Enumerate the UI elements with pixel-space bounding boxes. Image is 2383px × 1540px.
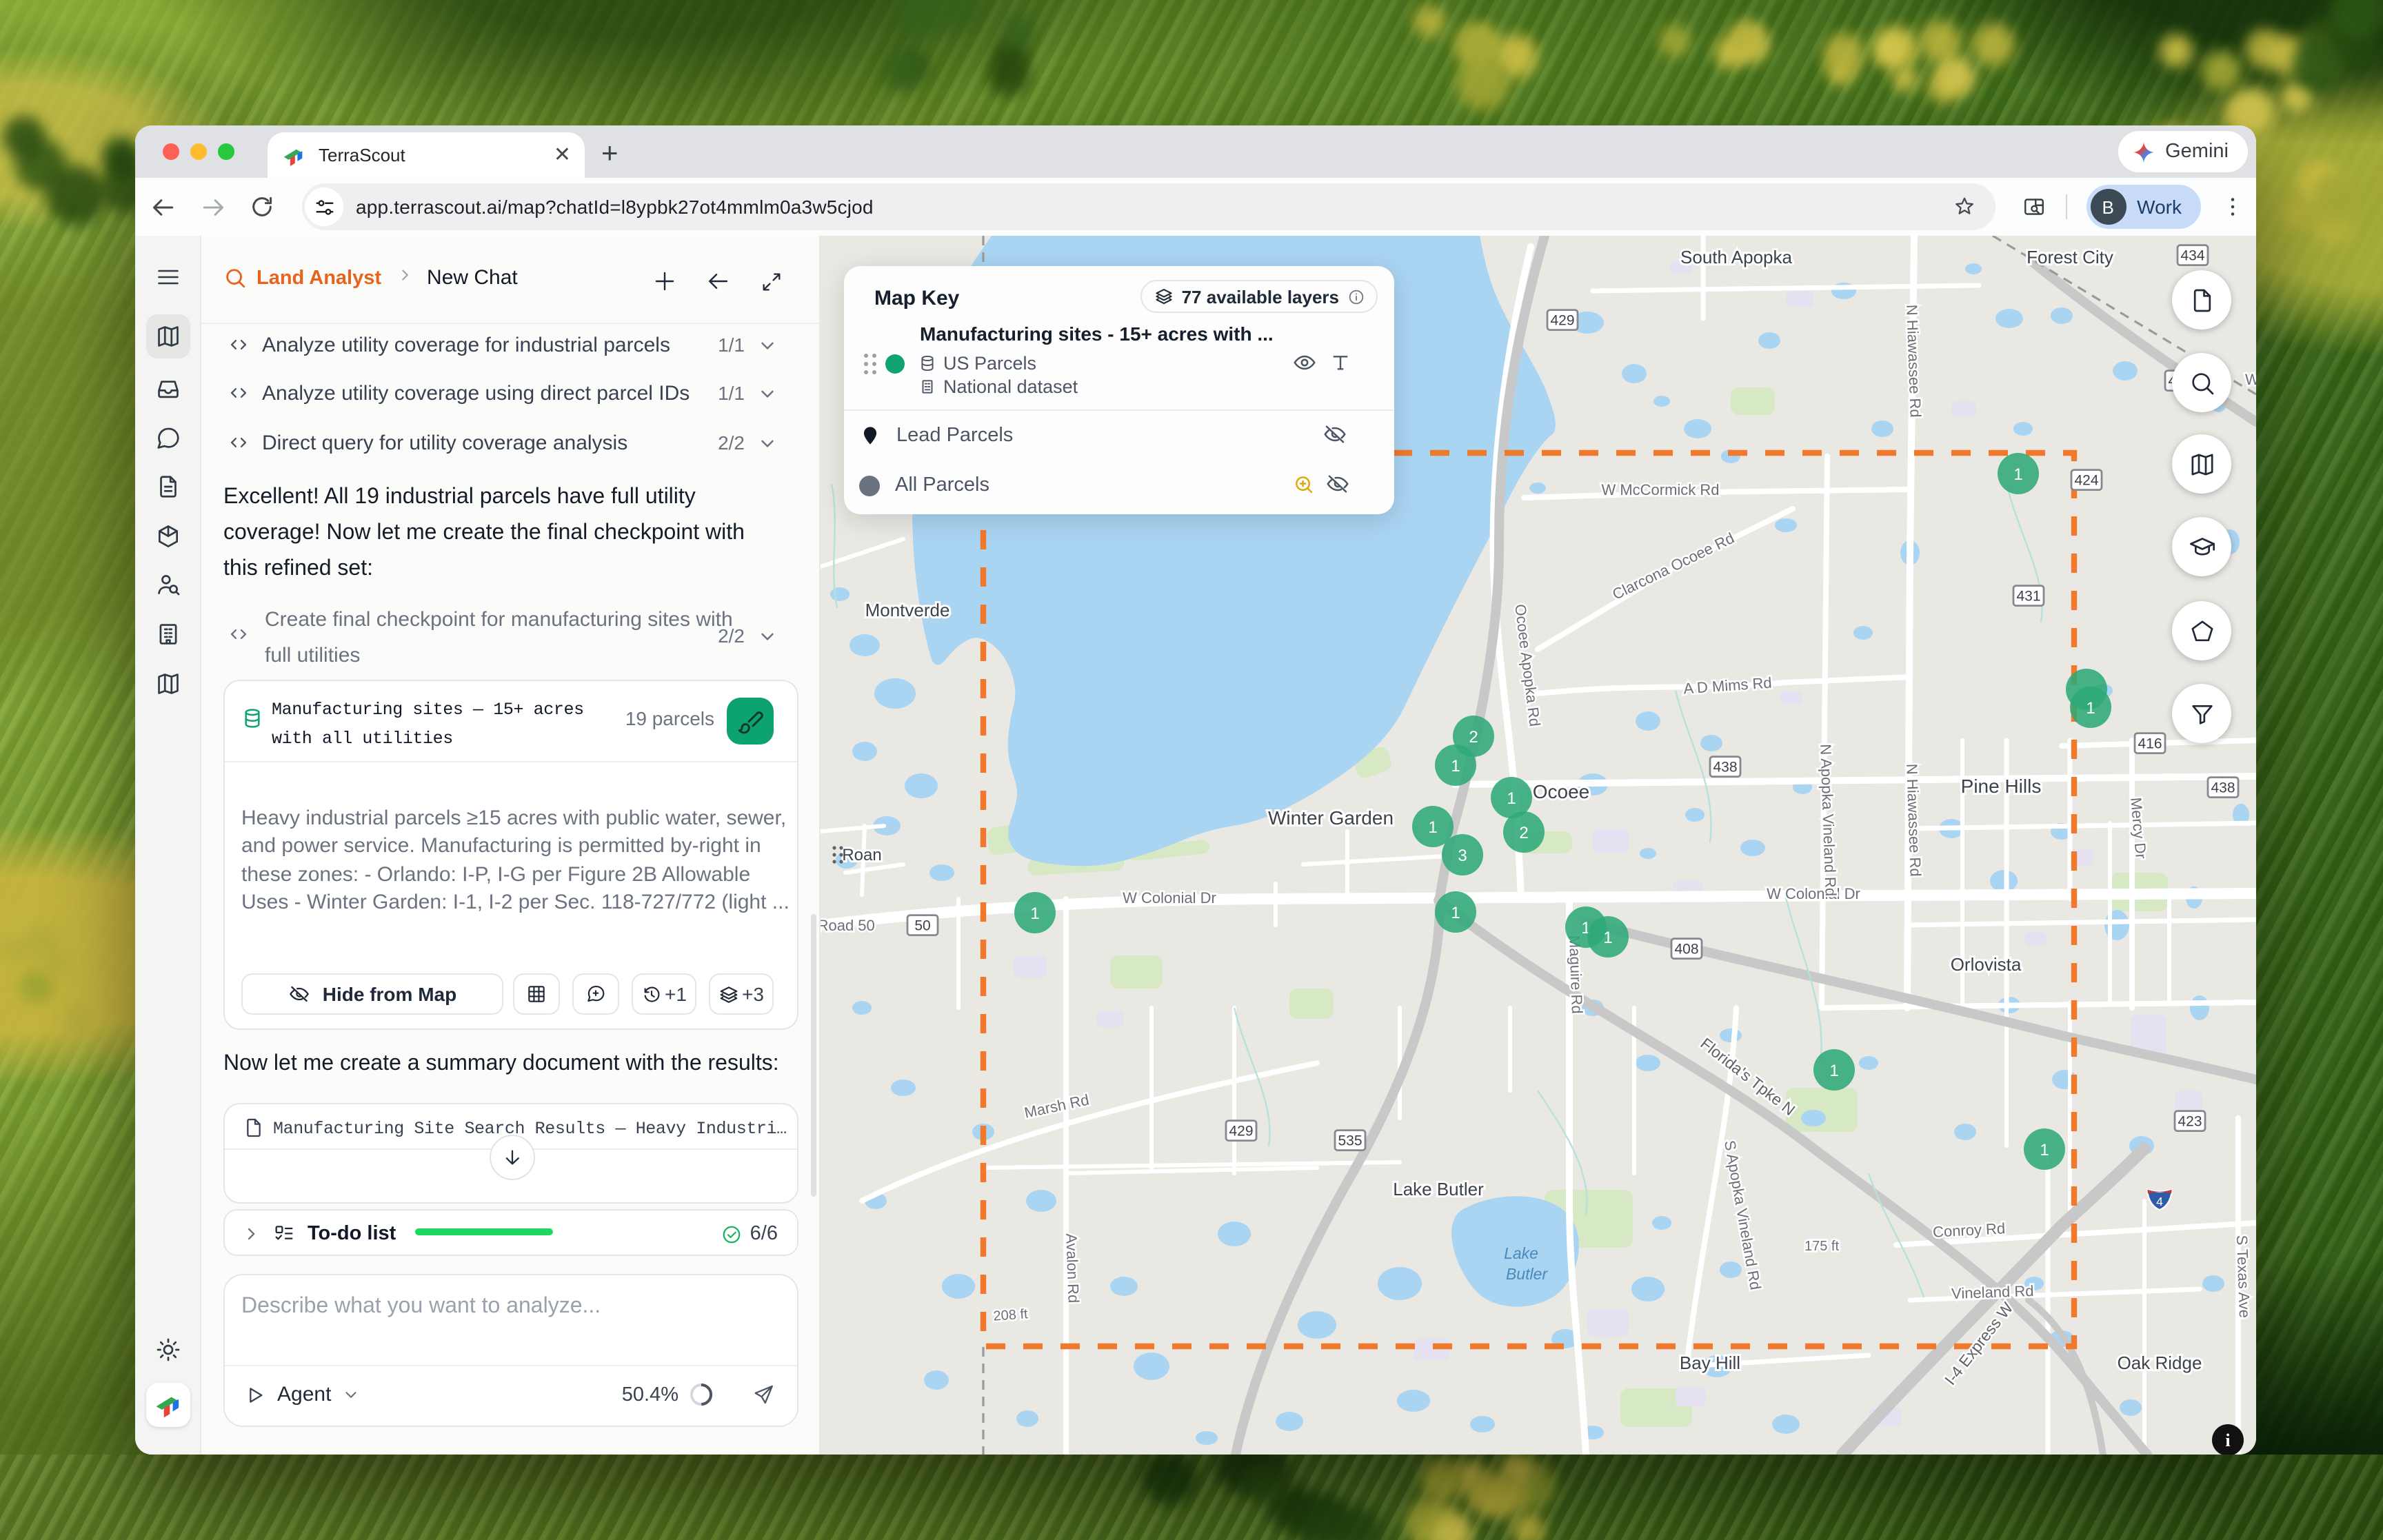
svg-text:431: 431 bbox=[2016, 588, 2040, 604]
svg-text:1: 1 bbox=[1428, 818, 1437, 837]
svg-text:Montverde: Montverde bbox=[865, 600, 950, 620]
svg-text:3: 3 bbox=[1458, 847, 1467, 865]
svg-text:Bay Hill: Bay Hill bbox=[1680, 1352, 1740, 1373]
svg-text:2: 2 bbox=[1469, 728, 1478, 747]
svg-text:W K: W K bbox=[2245, 371, 2256, 388]
svg-text:Roan: Roan bbox=[842, 846, 881, 864]
svg-text:South Apopka: South Apopka bbox=[1680, 247, 1792, 267]
svg-text:535: 535 bbox=[1338, 1133, 1362, 1148]
svg-text:429: 429 bbox=[1229, 1123, 1253, 1139]
svg-text:2: 2 bbox=[1519, 824, 1528, 842]
svg-text:Lake: Lake bbox=[1504, 1244, 1538, 1262]
svg-text:408: 408 bbox=[1674, 941, 1698, 957]
svg-text:416: 416 bbox=[2138, 736, 2162, 751]
svg-text:208 ft: 208 ft bbox=[993, 1306, 1029, 1324]
svg-text:1: 1 bbox=[2040, 1141, 2049, 1159]
svg-text:1: 1 bbox=[2013, 465, 2022, 484]
svg-text:Forest City: Forest City bbox=[2027, 247, 2113, 267]
svg-text:175 ft: 175 ft bbox=[1804, 1239, 1839, 1254]
svg-text:W Colonial Dr: W Colonial Dr bbox=[1123, 889, 1216, 906]
svg-text:W McCormick Rd: W McCormick Rd bbox=[1601, 481, 1719, 498]
svg-text:434: 434 bbox=[2180, 247, 2204, 263]
svg-text:Orlovista: Orlovista bbox=[1951, 954, 2022, 975]
svg-text:429: 429 bbox=[1550, 312, 1574, 328]
svg-text:1: 1 bbox=[1030, 904, 1039, 923]
svg-text:e Road 50: e Road 50 bbox=[821, 917, 875, 934]
svg-text:1: 1 bbox=[1603, 929, 1612, 947]
svg-text:438: 438 bbox=[1713, 759, 1737, 775]
svg-text:Pine Hills: Pine Hills bbox=[1961, 776, 2042, 797]
svg-text:4: 4 bbox=[2156, 1195, 2163, 1208]
svg-text:423: 423 bbox=[2178, 1113, 2202, 1129]
svg-text:Lake Butler: Lake Butler bbox=[1393, 1179, 1484, 1199]
svg-text:1: 1 bbox=[1451, 904, 1460, 922]
svg-text:50: 50 bbox=[914, 918, 930, 933]
svg-text:1: 1 bbox=[1829, 1062, 1838, 1080]
svg-text:Butler: Butler bbox=[1506, 1265, 1548, 1283]
svg-text:1: 1 bbox=[1451, 757, 1460, 776]
svg-text:Oak Ridge: Oak Ridge bbox=[2118, 1352, 2202, 1373]
svg-text:Ocoee: Ocoee bbox=[1533, 781, 1590, 802]
svg-text:438: 438 bbox=[2211, 780, 2235, 796]
svg-text:1: 1 bbox=[2086, 699, 2095, 718]
svg-text:W Colonial Dr: W Colonial Dr bbox=[1767, 885, 1860, 902]
svg-text:S Texas Ave: S Texas Ave bbox=[2233, 1235, 2253, 1318]
svg-text:Vineland Rd: Vineland Rd bbox=[1951, 1282, 2034, 1302]
svg-text:Avalon Rd: Avalon Rd bbox=[1063, 1233, 1083, 1304]
svg-text:Winter Garden: Winter Garden bbox=[1268, 807, 1394, 829]
svg-text:1: 1 bbox=[1507, 789, 1516, 808]
svg-text:424: 424 bbox=[2074, 472, 2098, 488]
